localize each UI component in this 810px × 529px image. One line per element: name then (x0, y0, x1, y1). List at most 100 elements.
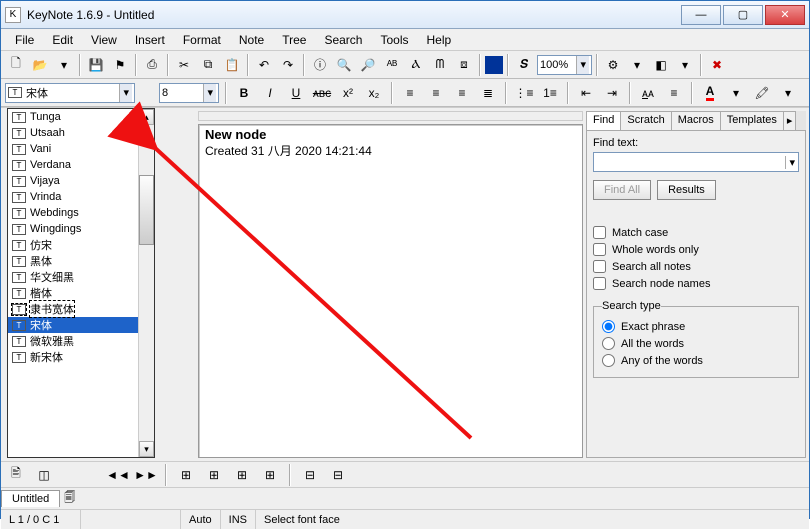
options-icon[interactable]: ⚙ (602, 54, 624, 76)
align-center-icon[interactable]: ≡ (425, 82, 447, 104)
dropdown-icon[interactable]: ▾ (53, 54, 75, 76)
tree-view-icon[interactable]: 🖹 (5, 464, 27, 486)
font-option[interactable]: TWingdings (8, 221, 154, 237)
save-icon[interactable]: 💾 (85, 54, 107, 76)
opt-wholewords[interactable]: Whole words only (593, 243, 799, 256)
bold-icon[interactable]: B (233, 82, 255, 104)
font-option[interactable]: TVerdana (8, 157, 154, 173)
find-icon[interactable]: ⓘ (309, 54, 331, 76)
highlight-icon[interactable]: 🖍 (751, 82, 773, 104)
tree-split-icon[interactable]: ◫ (33, 464, 55, 486)
copy-icon[interactable]: ⧉ (197, 54, 219, 76)
font-dropdown[interactable]: TTungaTUtsaahTVaniTVerdanaTVijayaTVrinda… (7, 108, 155, 458)
close-button[interactable]: ✕ (765, 5, 805, 25)
tab-templates[interactable]: Templates (720, 111, 784, 130)
spell-icon[interactable]: ᴬᴮ (381, 54, 403, 76)
tree-up-icon[interactable]: ⊟ (299, 464, 321, 486)
scroll-down-icon[interactable]: ▾ (139, 441, 154, 457)
file-tab[interactable]: Untitled (1, 490, 60, 507)
zoom-combo[interactable]: 100%▾ (537, 55, 592, 75)
cut-icon[interactable]: ✂ (173, 54, 195, 76)
menu-note[interactable]: Note (231, 31, 272, 49)
menu-insert[interactable]: Insert (127, 31, 173, 49)
menu-edit[interactable]: Edit (44, 31, 81, 49)
rdo-all[interactable]: All the words (602, 337, 790, 350)
chevron-down-icon[interactable]: ▾ (119, 84, 132, 102)
outdent-icon[interactable]: ⇤ (575, 82, 597, 104)
font-option[interactable]: TVijaya (8, 173, 154, 189)
minimize-button[interactable]: — (681, 5, 721, 25)
color-swatch-icon[interactable] (485, 56, 503, 74)
maximize-button[interactable]: ▢ (723, 5, 763, 25)
redo-icon[interactable]: ↷ (277, 54, 299, 76)
menu-tree[interactable]: Tree (274, 31, 314, 49)
align-justify-icon[interactable]: ≣ (477, 82, 499, 104)
macro-icon[interactable]: ᗰ (429, 54, 451, 76)
tree-node4-icon[interactable]: ⊞ (259, 464, 281, 486)
new-icon[interactable]: 🗋 (5, 54, 27, 76)
tab-find[interactable]: Find (586, 111, 621, 130)
replace-icon[interactable]: 🔍 (333, 54, 355, 76)
glossary-icon[interactable]: Ⲁ (405, 54, 427, 76)
tree-down-icon[interactable]: ⊟ (327, 464, 349, 486)
scroll-up-icon[interactable]: ▴ (139, 109, 154, 125)
dropdown4-icon[interactable]: ▾ (725, 82, 747, 104)
menu-help[interactable]: Help (419, 31, 460, 49)
rdo-exact[interactable]: Exact phrase (602, 320, 790, 333)
strike-icon[interactable]: ᴀʙᴄ (311, 82, 333, 104)
scroll-thumb[interactable] (139, 175, 154, 245)
superscript-icon[interactable]: x² (337, 82, 359, 104)
chevron-down-icon[interactable]: ▾ (785, 156, 798, 169)
bullets-icon[interactable]: ⋮≡ (513, 82, 535, 104)
note-props-icon[interactable]: ⚑ (109, 54, 131, 76)
style-icon[interactable]: 𝑺 (513, 54, 535, 76)
print-icon[interactable]: ⎙ (141, 54, 163, 76)
font-option[interactable]: T微软雅黑 (8, 333, 154, 349)
menu-file[interactable]: File (7, 31, 42, 49)
opt-nodenames[interactable]: Search node names (593, 277, 799, 290)
underline-icon[interactable]: U (285, 82, 307, 104)
font-option[interactable]: TVrinda (8, 189, 154, 205)
italic-icon[interactable]: I (259, 82, 281, 104)
font-option[interactable]: T华文细黑 (8, 269, 154, 285)
tree-node3-icon[interactable]: ⊞ (231, 464, 253, 486)
size-combo[interactable]: 8 ▾ (159, 83, 219, 103)
nav-fwd-icon[interactable]: ►► (135, 464, 157, 486)
undo-icon[interactable]: ↶ (253, 54, 275, 76)
font-color-icon[interactable]: A (699, 82, 721, 104)
find-input[interactable]: ▾ (593, 152, 799, 172)
menu-format[interactable]: Format (175, 31, 229, 49)
chevron-down-icon[interactable]: ▾ (203, 84, 216, 102)
font-option[interactable]: TUtsaah (8, 125, 154, 141)
font-style-icon[interactable]: ᴀᴀ (637, 82, 659, 104)
font-combo[interactable]: T 宋体 ▾ (5, 83, 135, 103)
font-option[interactable]: TTunga (8, 109, 154, 125)
findnext-icon[interactable]: 🔎 (357, 54, 379, 76)
font-option[interactable]: T黑体 (8, 253, 154, 269)
findall-button[interactable]: Find All (593, 180, 651, 200)
align-right-icon[interactable]: ≡ (451, 82, 473, 104)
opt-allnotes[interactable]: Search all notes (593, 260, 799, 273)
tab-macros[interactable]: Macros (671, 111, 721, 130)
numbers-icon[interactable]: 1≡ (539, 82, 561, 104)
template-icon[interactable]: ⧈ (453, 54, 475, 76)
font-option[interactable]: T新宋体 (8, 349, 154, 365)
dropdown-scrollbar[interactable]: ▴ ▾ (138, 109, 154, 457)
open-icon[interactable]: 📂 (29, 54, 51, 76)
font-option[interactable]: T楷体 (8, 285, 154, 301)
paste-icon[interactable]: 📋 (221, 54, 243, 76)
results-button[interactable]: Results (657, 180, 716, 200)
rdo-any[interactable]: Any of the words (602, 354, 790, 367)
font-option[interactable]: TVani (8, 141, 154, 157)
indent-icon[interactable]: ⇥ (601, 82, 623, 104)
tree-node1-icon[interactable]: ⊞ (175, 464, 197, 486)
dropdown3-icon[interactable]: ▾ (674, 54, 696, 76)
menu-view[interactable]: View (83, 31, 125, 49)
editor-pane[interactable]: New node Created 31 八月 2020 14:21:44 (198, 124, 583, 458)
font-option[interactable]: TWebdings (8, 205, 154, 221)
tree-node2-icon[interactable]: ⊞ (203, 464, 225, 486)
para-style-icon[interactable]: ≡ (663, 82, 685, 104)
subscript-icon[interactable]: x₂ (363, 82, 385, 104)
delete-icon[interactable]: ✖ (706, 54, 728, 76)
align-left-icon[interactable]: ≡ (399, 82, 421, 104)
